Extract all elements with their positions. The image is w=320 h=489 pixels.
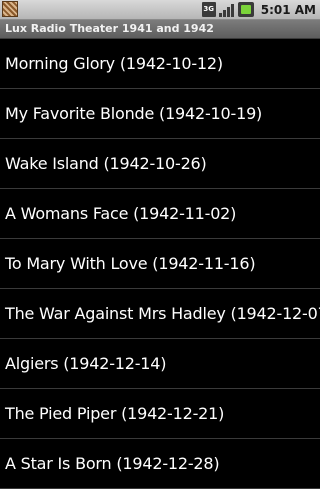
- app-title-bar: Lux Radio Theater 1941 and 1942: [0, 20, 320, 39]
- episode-label: A Womans Face (1942-11-02): [5, 204, 237, 223]
- list-item-episode-1[interactable]: My Favorite Blonde (1942-10-19): [0, 89, 320, 139]
- status-icons: 3G 5:01 AM: [201, 0, 316, 19]
- episode-label: Morning Glory (1942-10-12): [5, 54, 223, 73]
- list-item-episode-4[interactable]: To Mary With Love (1942-11-16): [0, 239, 320, 289]
- episode-label: The War Against Mrs Hadley (1942-12-07): [5, 304, 320, 323]
- status-bar: 3G 5:01 AM: [0, 0, 320, 20]
- episode-label: Wake Island (1942-10-26): [5, 154, 207, 173]
- episode-label: Algiers (1942-12-14): [5, 354, 167, 373]
- app-title: Lux Radio Theater 1941 and 1942: [5, 22, 214, 35]
- episode-label: The Pied Piper (1942-12-21): [5, 404, 225, 423]
- signal-strength-icon: [218, 2, 235, 17]
- battery-icon: [237, 2, 254, 17]
- list-item-episode-3[interactable]: A Womans Face (1942-11-02): [0, 189, 320, 239]
- app-notification-icon[interactable]: [2, 1, 18, 17]
- episode-list: Morning Glory (1942-10-12) My Favorite B…: [0, 39, 320, 489]
- status-time: 5:01 AM: [260, 2, 316, 17]
- list-item-episode-8[interactable]: A Star Is Born (1942-12-28): [0, 439, 320, 489]
- list-item-episode-7[interactable]: The Pied Piper (1942-12-21): [0, 389, 320, 439]
- episode-label: A Star Is Born (1942-12-28): [5, 454, 220, 473]
- list-item-episode-2[interactable]: Wake Island (1942-10-26): [0, 139, 320, 189]
- list-item-episode-0[interactable]: Morning Glory (1942-10-12): [0, 39, 320, 89]
- list-item-episode-5[interactable]: The War Against Mrs Hadley (1942-12-07): [0, 289, 320, 339]
- episode-label: My Favorite Blonde (1942-10-19): [5, 104, 263, 123]
- episode-label: To Mary With Love (1942-11-16): [5, 254, 256, 273]
- network-3g-icon: 3G: [201, 2, 216, 17]
- list-item-episode-6[interactable]: Algiers (1942-12-14): [0, 339, 320, 389]
